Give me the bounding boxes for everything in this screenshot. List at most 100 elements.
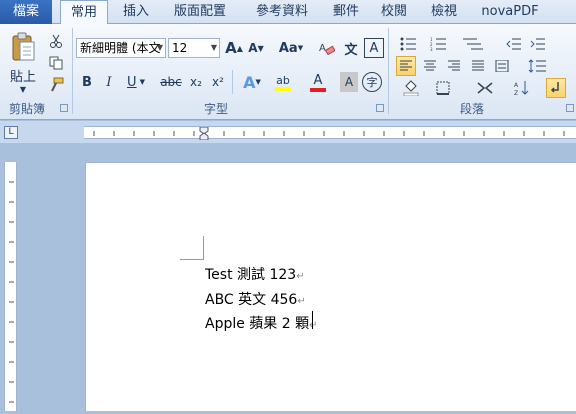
tab-review[interactable]: 校閱 xyxy=(374,0,414,24)
line-text: Apple 蘋果 2 顆 xyxy=(205,316,310,332)
asian-layout-button[interactable] xyxy=(470,78,500,98)
paragraph-group-label: 段落 xyxy=(459,102,484,116)
tab-mailings[interactable]: 郵件 xyxy=(326,0,366,24)
phonetic-guide-button[interactable]: 文 xyxy=(340,38,362,58)
chevron-down-icon: ▼ xyxy=(210,43,217,52)
font-name-value: 新細明體 (本文 xyxy=(80,41,161,55)
tab-file[interactable]: 檔案 xyxy=(0,0,52,24)
numbering-icon: 123 xyxy=(430,37,446,51)
enclose-characters-button[interactable]: 字 xyxy=(362,72,382,92)
font-dialog-launcher-icon[interactable] xyxy=(376,104,384,112)
multilevel-list-button[interactable] xyxy=(456,34,490,54)
bullets-icon xyxy=(400,37,416,51)
change-case-icon: Aa xyxy=(278,40,298,56)
line-spacing-button[interactable] xyxy=(524,56,552,76)
vruler-ticks xyxy=(9,181,14,403)
text-effects-button[interactable]: A ▼ xyxy=(238,72,266,92)
shrink-font-button[interactable]: A ▼ xyxy=(246,38,266,58)
chevron-down-icon: ▼ xyxy=(156,43,163,52)
bold-button[interactable]: B xyxy=(78,72,96,92)
highlight-swatch xyxy=(275,86,291,91)
ruler-ticks xyxy=(93,126,565,141)
paragraph-dialog-launcher-icon[interactable] xyxy=(566,104,574,112)
tab-novapdf[interactable]: novaPDF xyxy=(478,0,542,24)
paragraph-mark-icon: ↵ xyxy=(309,320,318,331)
font-color-icon: A xyxy=(313,72,323,88)
group-separator xyxy=(388,28,389,114)
numbering-button[interactable]: 123 xyxy=(426,34,454,54)
font-color-button[interactable]: A xyxy=(304,72,332,92)
distributed-icon xyxy=(495,60,509,72)
align-right-button[interactable] xyxy=(444,56,464,76)
horizontal-ruler[interactable] xyxy=(84,126,576,141)
increase-indent-icon[interactable] xyxy=(528,34,548,54)
superscript-button[interactable]: x² xyxy=(208,72,228,92)
sort-icon: AZ xyxy=(514,81,529,96)
strikethrough-button[interactable]: abc xyxy=(158,72,184,92)
paste-button[interactable]: 貼上 ▼ xyxy=(6,66,40,94)
divider xyxy=(232,70,233,94)
copy-icon[interactable] xyxy=(46,54,66,72)
ribbon: 貼上 ▼ 剪貼簿 新細明體 (本文 ▼ 12 ▼ A ▲ A ▼ Aa ▼ A 文 A… xyxy=(0,24,576,120)
justify-button[interactable] xyxy=(468,56,488,76)
ruler-bar: L xyxy=(0,121,576,143)
font-group-label: 字型 xyxy=(203,102,228,116)
line-text: Test 測試 123 xyxy=(205,267,297,283)
distributed-button[interactable] xyxy=(492,56,512,76)
font-size-value: 12 xyxy=(172,41,188,55)
borders-button[interactable] xyxy=(428,78,458,98)
asian-layout-icon xyxy=(477,82,493,94)
decrease-indent-icon[interactable] xyxy=(504,34,524,54)
tab-view[interactable]: 檢視 xyxy=(422,0,466,24)
shading-button[interactable] xyxy=(396,78,426,98)
line-text: ABC 英文 456 xyxy=(205,292,298,308)
clipboard-dialog-launcher-icon[interactable] xyxy=(60,104,68,112)
sort-button[interactable]: AZ xyxy=(512,78,532,98)
text-caret xyxy=(312,311,313,329)
tab-references[interactable]: 參考資料 xyxy=(246,0,318,24)
tab-layout[interactable]: 版面配置 xyxy=(164,0,236,24)
vertical-ruler[interactable] xyxy=(4,162,17,411)
font-name-select[interactable]: 新細明體 (本文 ▼ xyxy=(76,38,166,58)
chevron-down-icon: ▼ xyxy=(19,85,27,94)
document-line[interactable]: Apple 蘋果 2 顆↵ xyxy=(205,313,318,333)
tab-insert[interactable]: 插入 xyxy=(112,0,160,24)
paint-bucket-icon xyxy=(403,80,419,96)
svg-text:A: A xyxy=(319,43,326,54)
character-border-button[interactable]: A xyxy=(364,38,384,58)
underline-icon: U xyxy=(127,74,137,90)
paragraph-mark-icon: ↵ xyxy=(296,271,305,282)
margin-corner-mark xyxy=(180,236,204,260)
align-center-button[interactable] xyxy=(420,56,440,76)
highlight-icon: ab xyxy=(276,73,290,87)
underline-button[interactable]: U ▼ xyxy=(122,72,150,92)
character-shading-button[interactable]: A xyxy=(340,72,358,92)
svg-text:A: A xyxy=(514,82,519,89)
show-formatting-marks-button[interactable] xyxy=(546,78,566,98)
document-line[interactable]: Test 測試 123↵ xyxy=(205,264,305,284)
tab-home[interactable]: 常用 xyxy=(60,0,108,25)
change-case-button[interactable]: Aa ▼ xyxy=(276,38,306,58)
line-spacing-icon xyxy=(528,59,546,73)
clear-format-icon[interactable]: A xyxy=(318,38,336,58)
group-separator xyxy=(72,28,73,114)
bullets-button[interactable] xyxy=(396,34,424,54)
borders-icon xyxy=(436,81,450,95)
format-painter-icon[interactable] xyxy=(46,76,66,94)
font-size-select[interactable]: 12 ▼ xyxy=(168,38,220,58)
grow-font-button[interactable]: A ▲ xyxy=(224,38,244,58)
show-marks-icon xyxy=(550,82,559,93)
italic-button[interactable]: I xyxy=(100,72,118,92)
paste-icon[interactable] xyxy=(8,30,38,64)
document-line[interactable]: ABC 英文 456↵ xyxy=(205,289,306,309)
tab-selector-icon[interactable]: L xyxy=(4,126,18,139)
document-page[interactable] xyxy=(85,162,576,411)
subscript-button[interactable]: x₂ xyxy=(186,72,206,92)
svg-text:3: 3 xyxy=(430,47,433,51)
align-center-icon xyxy=(424,60,436,71)
text-effects-icon: A xyxy=(243,72,256,92)
align-right-icon xyxy=(448,60,460,71)
highlight-button[interactable]: ab xyxy=(268,72,298,92)
align-left-button[interactable] xyxy=(396,56,416,76)
cut-icon[interactable] xyxy=(46,32,66,50)
